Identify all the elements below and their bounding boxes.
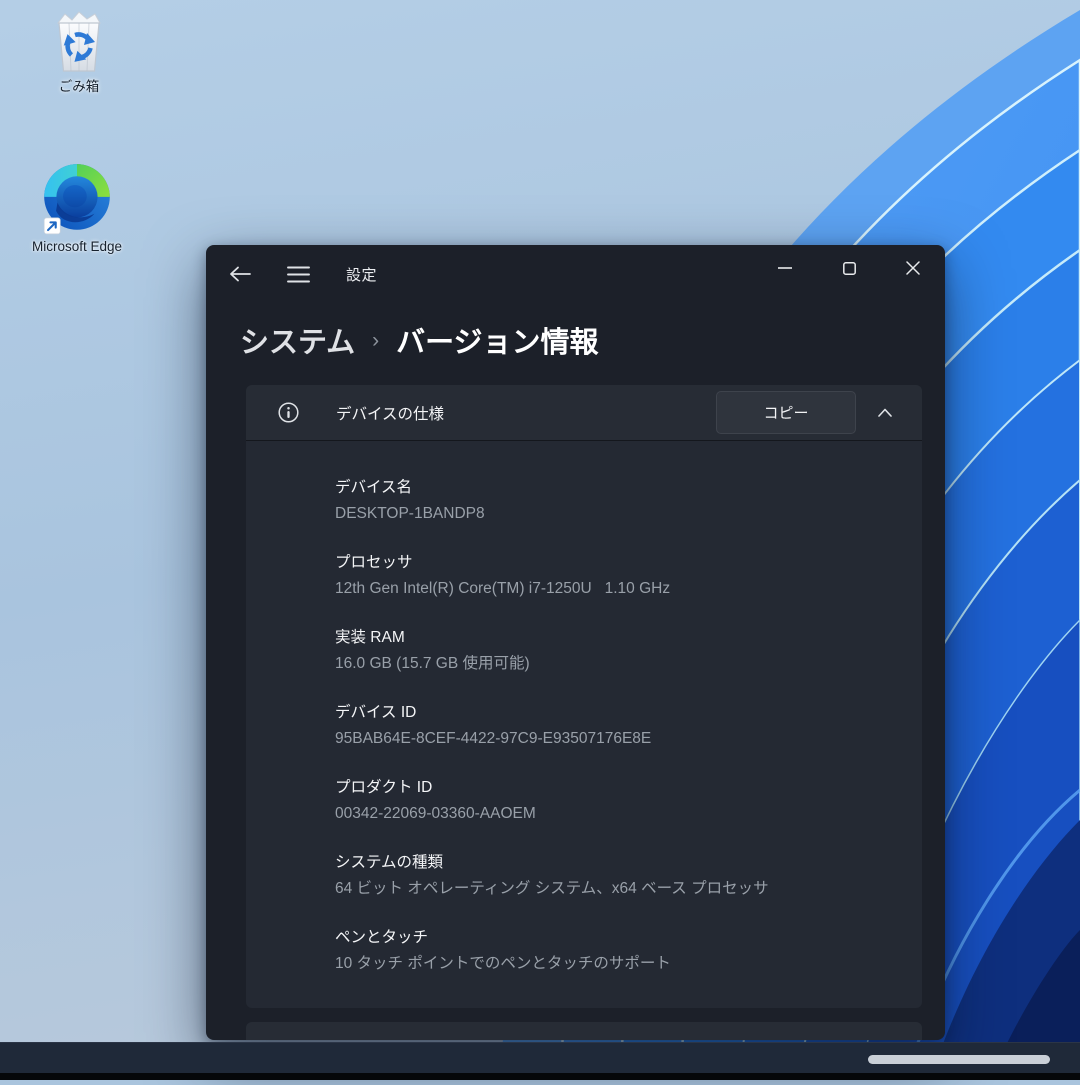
- spec-field-value: 64 ビット オペレーティング システム、x64 ベース プロセッサ: [335, 878, 892, 899]
- spec-field-label: プロセッサ: [335, 552, 892, 573]
- spec-field-value: 00342-22069-03360-AAOEM: [335, 803, 892, 824]
- spec-field: デバイス ID 95BAB64E-8CEF-4422-97C9-E9350717…: [335, 702, 892, 749]
- app-title: 設定: [346, 264, 377, 285]
- spec-field: デバイス名 DESKTOP-1BANDP8: [335, 477, 892, 524]
- window-caption-buttons: [753, 245, 945, 291]
- recycle-bin-label: ごみ箱: [59, 79, 100, 95]
- settings-window: 設定 システム › バージョン情報: [206, 245, 945, 1040]
- spec-field: プロセッサ 12th Gen Intel(R) Core(TM) i7-1250…: [335, 552, 892, 599]
- spec-field-value: 10 タッチ ポイントでのペンとタッチのサポート: [335, 953, 892, 974]
- spec-field: ペンとタッチ 10 タッチ ポイントでのペンとタッチのサポート: [335, 927, 892, 974]
- minimize-icon: [778, 267, 792, 269]
- spec-field: システムの種類 64 ビット オペレーティング システム、x64 ベース プロセ…: [335, 852, 892, 899]
- info-icon: [278, 402, 299, 423]
- spec-field: プロダクト ID 00342-22069-03360-AAOEM: [335, 777, 892, 824]
- desktop-icon-recycle-bin[interactable]: ごみ箱: [14, 8, 144, 95]
- spec-field-label: デバイス名: [335, 477, 892, 498]
- recycle-bin-icon: [47, 8, 111, 76]
- breadcrumb-parent[interactable]: システム: [240, 319, 355, 361]
- hamburger-icon: [287, 266, 310, 283]
- back-arrow-icon: [229, 266, 251, 282]
- edge-label: Microsoft Edge: [32, 239, 122, 255]
- spec-field-value: DESKTOP-1BANDP8: [335, 503, 892, 524]
- device-spec-card: デバイスの仕様 コピー デバイス名 DESKTOP-1BANDP8 プロセッサ …: [246, 385, 922, 1008]
- page-title: バージョン情報: [396, 319, 598, 361]
- taskbar-scroll-pill[interactable]: [868, 1055, 1050, 1064]
- device-spec-title: デバイスの仕様: [336, 402, 444, 424]
- spec-field-label: プロダクト ID: [335, 777, 892, 798]
- maximize-button[interactable]: [817, 245, 881, 291]
- spec-field-label: ペンとタッチ: [335, 927, 892, 948]
- breadcrumb-separator: ›: [372, 329, 379, 353]
- copy-button[interactable]: コピー: [716, 391, 856, 434]
- edge-icon: [42, 162, 112, 236]
- next-section-sliver: [246, 1022, 922, 1040]
- device-spec-expander-header[interactable]: デバイスの仕様 コピー: [246, 385, 922, 441]
- titlebar: 設定: [206, 245, 945, 303]
- breadcrumb: システム › バージョン情報: [240, 319, 599, 361]
- back-button[interactable]: [220, 254, 260, 294]
- spec-field: 実装 RAM 16.0 GB (15.7 GB 使用可能): [335, 627, 892, 674]
- spec-field-label: システムの種類: [335, 852, 892, 873]
- device-spec-fields: デバイス名 DESKTOP-1BANDP8 プロセッサ 12th Gen Int…: [246, 441, 922, 1008]
- screen-bottom-edge: [0, 1073, 1080, 1080]
- spec-field-value: 16.0 GB (15.7 GB 使用可能): [335, 653, 892, 674]
- chevron-up-icon: [878, 408, 892, 417]
- navigation-menu-button[interactable]: [278, 254, 318, 294]
- spec-field-value: 12th Gen Intel(R) Core(TM) i7-1250U 1.10…: [335, 578, 892, 599]
- shortcut-arrow-badge: [44, 218, 60, 234]
- close-icon: [906, 261, 920, 275]
- spec-field-label: 実装 RAM: [335, 627, 892, 648]
- maximize-icon: [843, 262, 856, 275]
- close-button[interactable]: [881, 245, 945, 291]
- spec-field-label: デバイス ID: [335, 702, 892, 723]
- desktop-icon-microsoft-edge[interactable]: Microsoft Edge: [12, 162, 142, 255]
- collapse-toggle[interactable]: [856, 385, 914, 441]
- minimize-button[interactable]: [753, 245, 817, 291]
- spec-field-value: 95BAB64E-8CEF-4422-97C9-E93507176E8E: [335, 728, 892, 749]
